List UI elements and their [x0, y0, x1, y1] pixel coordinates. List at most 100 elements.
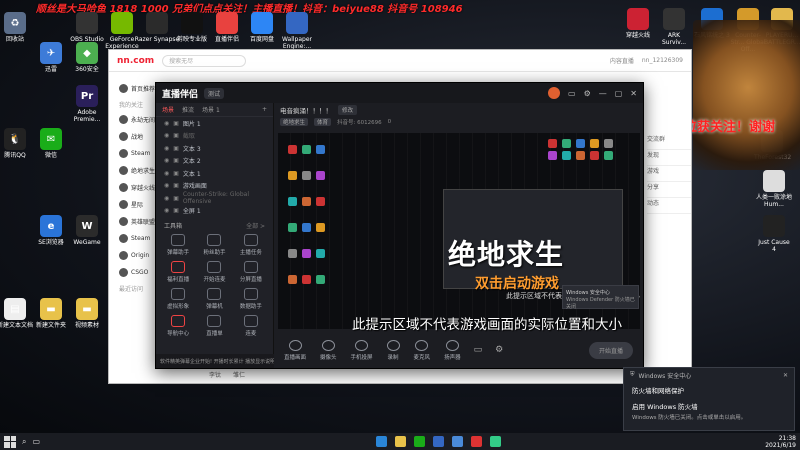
sidebar-item[interactable]: 我的关注	[109, 97, 157, 111]
message-icon[interactable]: ▭	[568, 89, 576, 98]
toolbox-item[interactable]: 分屏直播	[233, 261, 269, 283]
right-column-item[interactable]: 分享	[647, 182, 691, 198]
toolbox-more-link[interactable]: 全部 >	[246, 221, 265, 230]
toolbox-item[interactable]: 开始连麦	[196, 261, 232, 283]
desktop-icon[interactable]: ✉ 微信	[28, 128, 74, 159]
start-game-hint[interactable]: 双击启动游戏	[475, 273, 559, 293]
sidebar-item[interactable]: Origin	[109, 247, 157, 264]
task-view-icon[interactable]: ▭	[32, 437, 40, 446]
close-icon[interactable]: ✕	[630, 89, 637, 98]
search-icon[interactable]: ⌕	[22, 437, 26, 447]
desktop-icon[interactable]: 穿越火线	[620, 8, 656, 39]
lock-icon[interactable]: ▣	[173, 195, 179, 202]
sidebar-item[interactable]: 穿越火线	[109, 179, 157, 196]
desktop-icon[interactable]: ♻ 回收站	[0, 12, 38, 43]
source-item[interactable]: ◉ ▣ 图片 1	[156, 117, 273, 130]
sidebar-item[interactable]: 永劫无间	[109, 111, 157, 128]
desktop-icon[interactable]: ▬ 视频素材	[64, 298, 110, 329]
desktop-icon[interactable]: Pr Adobe Premie...	[64, 85, 110, 123]
source-item[interactable]: ◉ ▣ 文本 1	[156, 167, 273, 180]
category-tag[interactable]: 体育	[314, 118, 332, 126]
eye-icon[interactable]: ◉	[164, 145, 169, 152]
avatar[interactable]	[548, 87, 560, 99]
taskbar-app-icon[interactable]	[452, 436, 464, 447]
taskbar-app-icon[interactable]	[490, 436, 502, 447]
bottom-toolbar-item[interactable]: 摄像头	[320, 339, 337, 361]
taskbar-app-icon[interactable]	[376, 436, 388, 447]
toolbox-item[interactable]: 数据助手	[233, 288, 269, 310]
bottom-toolbar-item[interactable]: 直播画面	[284, 339, 306, 361]
lock-icon[interactable]: ▣	[173, 182, 179, 189]
taskbar-app-icon[interactable]	[414, 436, 426, 447]
toolbox-item[interactable]: 主播任务	[233, 234, 269, 256]
edit-title-button[interactable]: 修改	[338, 105, 358, 115]
taskbar-app-icon[interactable]	[433, 436, 445, 447]
settings-icon[interactable]: ⚙	[584, 89, 591, 98]
bottom-toolbar-item[interactable]: 手机投屏	[351, 339, 373, 361]
source-item[interactable]: ◉ ▣ 文本 2	[156, 155, 273, 168]
site-logo[interactable]: nn.com	[117, 56, 154, 66]
toolbox-item[interactable]: 连麦	[233, 315, 269, 337]
taskbar-app-icon[interactable]	[395, 436, 407, 447]
user-name[interactable]: nn_12126309	[642, 57, 683, 64]
minimize-icon[interactable]: —	[599, 89, 607, 98]
lock-icon[interactable]: ▣	[173, 170, 179, 177]
source-item[interactable]: ◉ ▣ 游戏画面	[156, 180, 273, 193]
taskbar-app-icon[interactable]	[471, 436, 483, 447]
sidebar-item[interactable]: 绝地求生	[109, 162, 157, 179]
source-item[interactable]: ◉ ▣ Counter-Strike: Global Offensive	[156, 191, 273, 205]
desktop-icon[interactable]: Just Cause 4	[756, 215, 792, 253]
eye-icon[interactable]: ◉	[164, 170, 169, 177]
add-scene-icon[interactable]: +	[262, 106, 267, 113]
bottom-toolbar-item[interactable]: 录制	[386, 339, 400, 361]
eye-icon[interactable]: ◉	[164, 120, 169, 127]
toolbox-item[interactable]: 粉丝助手	[196, 234, 232, 256]
status-link[interactable]: 内容直播	[610, 56, 634, 65]
right-column-item[interactable]: 发现	[647, 150, 691, 166]
sidebar-item[interactable]: 星际	[109, 196, 157, 213]
eye-icon[interactable]: ◉	[164, 195, 169, 202]
sidebar-item[interactable]: Steam	[109, 145, 157, 162]
eye-icon[interactable]: ◉	[164, 182, 169, 189]
close-icon[interactable]: ✕	[783, 372, 788, 379]
footer-item[interactable]: 李钛	[209, 370, 221, 379]
sidebar-item[interactable]: CSGO	[109, 264, 157, 281]
toolbox-item[interactable]: 弹幕机	[196, 288, 232, 310]
footer-item[interactable]: 雏仁	[233, 370, 245, 379]
security-toast[interactable]: ⛨ Windows 安全中心 ✕ 防火墙和网络保护 启用 Windows 防火墙…	[623, 367, 795, 431]
lock-icon[interactable]: ▣	[173, 157, 179, 164]
toolbox-item[interactable]: 直播单	[196, 315, 232, 337]
right-column-item[interactable]: 游戏	[647, 166, 691, 182]
desktop-icon[interactable]: 人类一败涂地 Hum...	[756, 170, 792, 208]
right-column-item[interactable]: 交流群	[647, 134, 691, 150]
tab-scene[interactable]: 场景	[162, 105, 174, 114]
desktop-icon[interactable]: ARK Surviv...	[656, 8, 692, 46]
sidebar-item[interactable]: 战地	[109, 128, 157, 145]
right-column-item[interactable]: 动态	[647, 198, 691, 214]
toolbox-item[interactable]: 导航中心	[160, 315, 196, 337]
bottom-toolbar-item[interactable]: 扬声器	[444, 339, 461, 361]
toolbox-item[interactable]: 虚拟形象	[160, 288, 196, 310]
windows-start-icon[interactable]	[4, 435, 16, 448]
gear-icon[interactable]: ⚙	[495, 345, 503, 355]
sidebar-item[interactable]: 首页推荐	[109, 80, 157, 97]
lock-icon[interactable]: ▣	[173, 207, 179, 214]
lock-icon[interactable]: ▣	[173, 120, 179, 127]
source-item[interactable]: ◉ ▣ 全屏 1	[156, 205, 273, 218]
eye-icon[interactable]: ◉	[164, 132, 169, 139]
toolbox-item[interactable]: 弹幕助手	[160, 234, 196, 256]
eye-icon[interactable]: ◉	[164, 207, 169, 214]
tab-scene-1[interactable]: 场景 1	[202, 105, 220, 114]
desktop-icon[interactable]: W WeGame	[64, 215, 110, 246]
desktop-icon[interactable]: Wallpaper Engine:...	[274, 12, 320, 50]
sidebar-item[interactable]: 英雄联盟	[109, 213, 157, 230]
eye-icon[interactable]: ◉	[164, 157, 169, 164]
toolbox-item[interactable]: 福利直播	[160, 261, 196, 283]
sidebar-item[interactable]: 最近访问	[109, 281, 157, 295]
maximize-icon[interactable]: ▢	[615, 89, 623, 98]
start-live-button[interactable]: 开始直播	[588, 341, 633, 359]
system-clock[interactable]: 21:38 2021/6/19	[765, 435, 796, 449]
source-item[interactable]: ◉ ▣ 文本 3	[156, 142, 273, 155]
camera-settings-icon[interactable]: ▭	[474, 345, 483, 355]
bottom-toolbar-item[interactable]: 麦克风	[414, 339, 430, 361]
